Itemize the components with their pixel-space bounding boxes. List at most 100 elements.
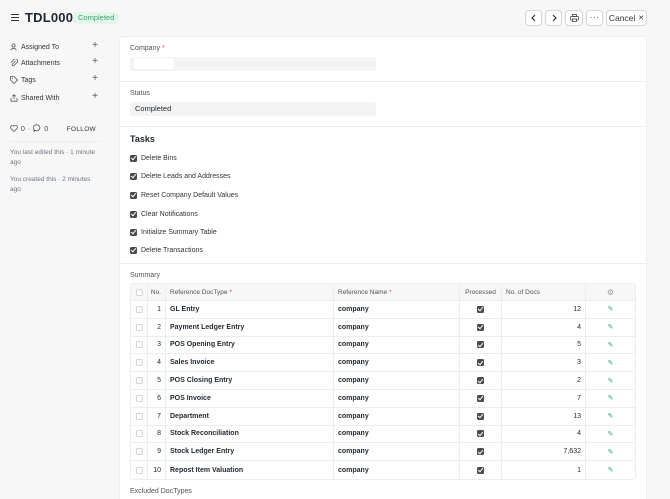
row-ref-name[interactable]: company	[334, 461, 460, 479]
row-num-docs[interactable]: 2	[502, 372, 586, 389]
task-clear-notifications[interactable]: Clear Notifications	[130, 209, 198, 219]
row-processed[interactable]	[460, 354, 502, 372]
row-edit-cell[interactable]: ✎	[586, 461, 635, 479]
row-select-checkbox[interactable]	[135, 341, 143, 349]
processed-checkbox[interactable]	[477, 430, 484, 438]
row-edit-cell[interactable]: ✎	[586, 426, 635, 443]
add-share-icon[interactable]: +	[92, 91, 98, 102]
row-doctype[interactable]: POS Closing Entry	[166, 372, 334, 389]
table-row[interactable]: 10 Repost Item Valuation company 1 ✎	[131, 461, 635, 479]
edit-pencil-icon[interactable]: ✎	[608, 305, 614, 313]
select-all-cell[interactable]	[131, 284, 148, 300]
edit-pencil-icon[interactable]: ✎	[608, 448, 614, 456]
row-ref-name[interactable]: company	[334, 443, 460, 461]
row-ref-name[interactable]: company	[334, 389, 460, 407]
task-delete-leads-addresses[interactable]: Delete Leads and Addresses	[130, 171, 231, 181]
row-edit-cell[interactable]: ✎	[586, 354, 635, 371]
row-doctype[interactable]: Payment Ledger Entry	[166, 318, 334, 336]
row-num-docs[interactable]: 4	[502, 318, 586, 336]
row-edit-cell[interactable]: ✎	[586, 390, 635, 407]
task-initialize-summary[interactable]: Initialize Summary Table	[130, 227, 217, 237]
row-ref-name[interactable]: company	[334, 301, 460, 318]
row-select-cell[interactable]	[131, 407, 148, 425]
edit-pencil-icon[interactable]: ✎	[608, 466, 614, 474]
sidebar-item-attachments[interactable]: Attachments +	[10, 56, 98, 69]
table-row[interactable]: 7 Department company 13 ✎	[131, 407, 635, 426]
edit-pencil-icon[interactable]: ✎	[608, 359, 614, 367]
row-processed[interactable]	[460, 318, 502, 336]
row-select-checkbox[interactable]	[135, 394, 143, 402]
row-doctype[interactable]: Repost Item Valuation	[166, 461, 334, 479]
row-processed[interactable]	[460, 372, 502, 389]
processed-checkbox[interactable]	[477, 448, 484, 456]
row-select-cell[interactable]	[131, 336, 148, 354]
row-doctype[interactable]: Stock Ledger Entry	[166, 443, 334, 461]
table-row[interactable]: 4 Sales Invoice company 3 ✎	[131, 354, 635, 373]
processed-checkbox[interactable]	[477, 466, 484, 474]
row-edit-cell[interactable]: ✎	[586, 372, 635, 389]
row-num-docs[interactable]: 3	[502, 354, 586, 372]
table-row[interactable]: 8 Stock Reconciliation company 4 ✎	[131, 425, 635, 444]
row-select-cell[interactable]	[131, 318, 148, 336]
row-select-cell[interactable]	[131, 425, 148, 443]
next-doc-button[interactable]	[545, 10, 562, 26]
checkbox-checked[interactable]	[130, 191, 137, 199]
row-edit-cell[interactable]: ✎	[586, 408, 635, 425]
checkbox-checked[interactable]	[130, 246, 137, 254]
row-num-docs[interactable]: 1	[502, 461, 586, 479]
edit-pencil-icon[interactable]: ✎	[608, 430, 614, 438]
sidebar-item-assigned-to[interactable]: Assigned To +	[10, 40, 98, 53]
row-doctype[interactable]: Stock Reconciliation	[166, 425, 334, 443]
task-delete-bins[interactable]: Delete Bins	[130, 153, 177, 163]
row-select-checkbox[interactable]	[135, 305, 143, 313]
edit-pencil-icon[interactable]: ✎	[608, 394, 614, 402]
row-doctype[interactable]: GL Entry	[166, 301, 334, 318]
row-processed[interactable]	[460, 443, 502, 461]
edit-pencil-icon[interactable]: ✎	[608, 377, 614, 385]
row-edit-cell[interactable]: ✎	[586, 319, 635, 336]
previous-doc-button[interactable]	[525, 10, 542, 26]
processed-checkbox[interactable]	[477, 305, 484, 313]
edit-pencil-icon[interactable]: ✎	[608, 412, 614, 420]
row-select-checkbox[interactable]	[135, 412, 143, 420]
settings-gear-icon[interactable]: ⚙	[607, 288, 614, 297]
row-ref-name[interactable]: company	[334, 407, 460, 425]
edit-pencil-icon[interactable]: ✎	[608, 341, 614, 349]
row-doctype[interactable]: Department	[166, 407, 334, 425]
row-processed[interactable]	[460, 425, 502, 443]
row-processed[interactable]	[460, 389, 502, 407]
table-row[interactable]: 5 POS Closing Entry company 2 ✎	[131, 372, 635, 390]
select-all-checkbox[interactable]	[135, 288, 143, 296]
processed-checkbox[interactable]	[477, 359, 484, 367]
row-select-checkbox[interactable]	[135, 323, 143, 331]
row-doctype[interactable]: POS Opening Entry	[166, 336, 334, 354]
heart-icon[interactable]	[10, 124, 18, 134]
row-num-docs[interactable]: 5	[502, 336, 586, 354]
row-processed[interactable]	[460, 461, 502, 479]
task-delete-transactions[interactable]: Delete Transactions	[130, 245, 203, 255]
row-doctype[interactable]: POS Invoice	[166, 389, 334, 407]
row-processed[interactable]	[460, 336, 502, 354]
row-doctype[interactable]: Sales Invoice	[166, 354, 334, 372]
row-edit-cell[interactable]: ✎	[586, 443, 635, 460]
cancel-button[interactable]: Cancel ✕	[606, 10, 647, 26]
row-select-cell[interactable]	[131, 443, 148, 461]
row-select-checkbox[interactable]	[135, 466, 143, 474]
checkbox-checked[interactable]	[130, 228, 137, 236]
row-select-cell[interactable]	[131, 461, 148, 479]
table-row[interactable]: 1 GL Entry company 12 ✎	[131, 301, 635, 319]
row-select-checkbox[interactable]	[135, 359, 143, 367]
add-assignment-icon[interactable]: +	[92, 40, 98, 51]
follow-button[interactable]: FOLLOW	[67, 126, 96, 133]
row-select-checkbox[interactable]	[135, 430, 143, 438]
more-actions-button[interactable]: ···	[586, 10, 603, 26]
row-ref-name[interactable]: company	[334, 336, 460, 354]
table-row[interactable]: 9 Stock Ledger Entry company 7,632 ✎	[131, 443, 635, 462]
sidebar-item-tags[interactable]: Tags +	[10, 73, 98, 86]
edit-pencil-icon[interactable]: ✎	[608, 323, 614, 331]
row-select-checkbox[interactable]	[135, 448, 143, 456]
task-reset-company-defaults[interactable]: Reset Company Default Values	[130, 190, 238, 200]
checkbox-checked[interactable]	[130, 154, 137, 162]
table-row[interactable]: 6 POS Invoice company 7 ✎	[131, 389, 635, 408]
checkbox-checked[interactable]	[130, 172, 137, 180]
